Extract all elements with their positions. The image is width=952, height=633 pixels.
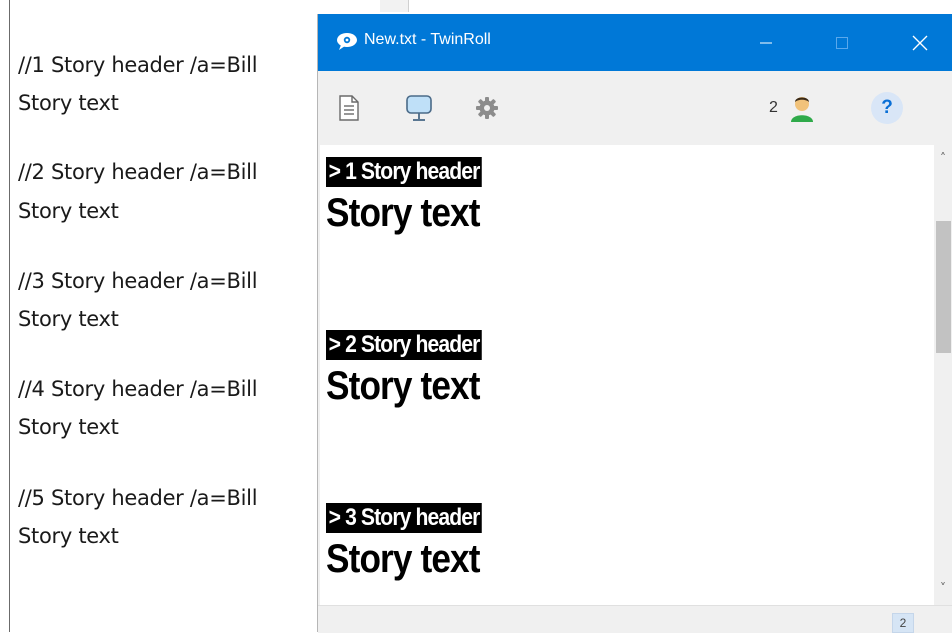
editor-story-text-1[interactable]: Story text: [18, 91, 119, 115]
editor-story-text-4[interactable]: Story text: [18, 415, 119, 439]
maximize-button[interactable]: [816, 14, 868, 71]
help-icon: ?: [881, 97, 893, 118]
editor-left-border: [9, 0, 10, 632]
story-header-1: > 1 Story header: [326, 157, 483, 187]
monitor-icon: [406, 95, 432, 121]
story-text-3: Story text: [326, 537, 480, 581]
toolbar: 2 ?: [318, 71, 952, 145]
story-header-2: > 2 Story header: [326, 330, 483, 360]
close-button[interactable]: [894, 14, 946, 71]
editor-story-text-5[interactable]: Story text: [18, 524, 119, 548]
user-icon[interactable]: [788, 93, 816, 123]
monitor-button[interactable]: [404, 93, 434, 123]
close-icon: [912, 35, 928, 50]
minimize-button[interactable]: [740, 14, 792, 71]
vertical-scrollbar[interactable]: ˄ ˅: [934, 145, 952, 605]
editor-story-text-3[interactable]: Story text: [18, 307, 119, 331]
editor-story-header-2[interactable]: //2 Story header /a=Bill: [18, 160, 258, 184]
story-text-2: Story text: [326, 364, 480, 408]
title-bar[interactable]: New.txt - TwinRoll: [318, 14, 952, 71]
scroll-down-arrow[interactable]: ˅: [934, 581, 952, 595]
scroll-thumb[interactable]: [936, 221, 951, 353]
minimize-icon: [760, 42, 772, 43]
user-count: 2: [769, 99, 778, 116]
window-title: New.txt - TwinRoll: [364, 31, 491, 48]
editor-story-header-5[interactable]: //5 Story header /a=Bill: [18, 486, 258, 510]
story-3: > 3 Story header Story text: [326, 503, 503, 583]
prompter-view[interactable]: > 1 Story header Story text > 2 Story he…: [320, 145, 934, 605]
editor-story-header-3[interactable]: //3 Story header /a=Bill: [18, 269, 258, 293]
maximize-icon: [836, 36, 848, 49]
editor-story-text-2[interactable]: Story text: [18, 199, 119, 223]
status-bar: 2: [318, 605, 952, 633]
speech-bubble-icon: [337, 33, 357, 50]
editor-story-header-1[interactable]: //1 Story header /a=Bill: [18, 53, 258, 77]
document-button[interactable]: [334, 93, 364, 123]
text-editor[interactable]: //1 Story header /a=Bill Story text //2 …: [0, 0, 318, 632]
gear-icon: [476, 97, 498, 119]
scroll-up-arrow[interactable]: ˄: [934, 151, 952, 165]
story-text-1: Story text: [326, 191, 480, 235]
status-badge: 2: [892, 613, 914, 633]
story-header-3: > 3 Story header: [326, 503, 483, 533]
settings-button[interactable]: [472, 93, 502, 123]
story-2: > 2 Story header Story text: [326, 330, 503, 410]
help-button[interactable]: ?: [871, 92, 903, 124]
document-icon: [339, 95, 359, 121]
story-1: > 1 Story header Story text: [326, 157, 503, 237]
editor-story-header-4[interactable]: //4 Story header /a=Bill: [18, 377, 258, 401]
twinroll-window: New.txt - TwinRoll 2 ? > 1 Story header …: [318, 14, 952, 633]
editor-scrollbar-fragment: [380, 0, 409, 12]
